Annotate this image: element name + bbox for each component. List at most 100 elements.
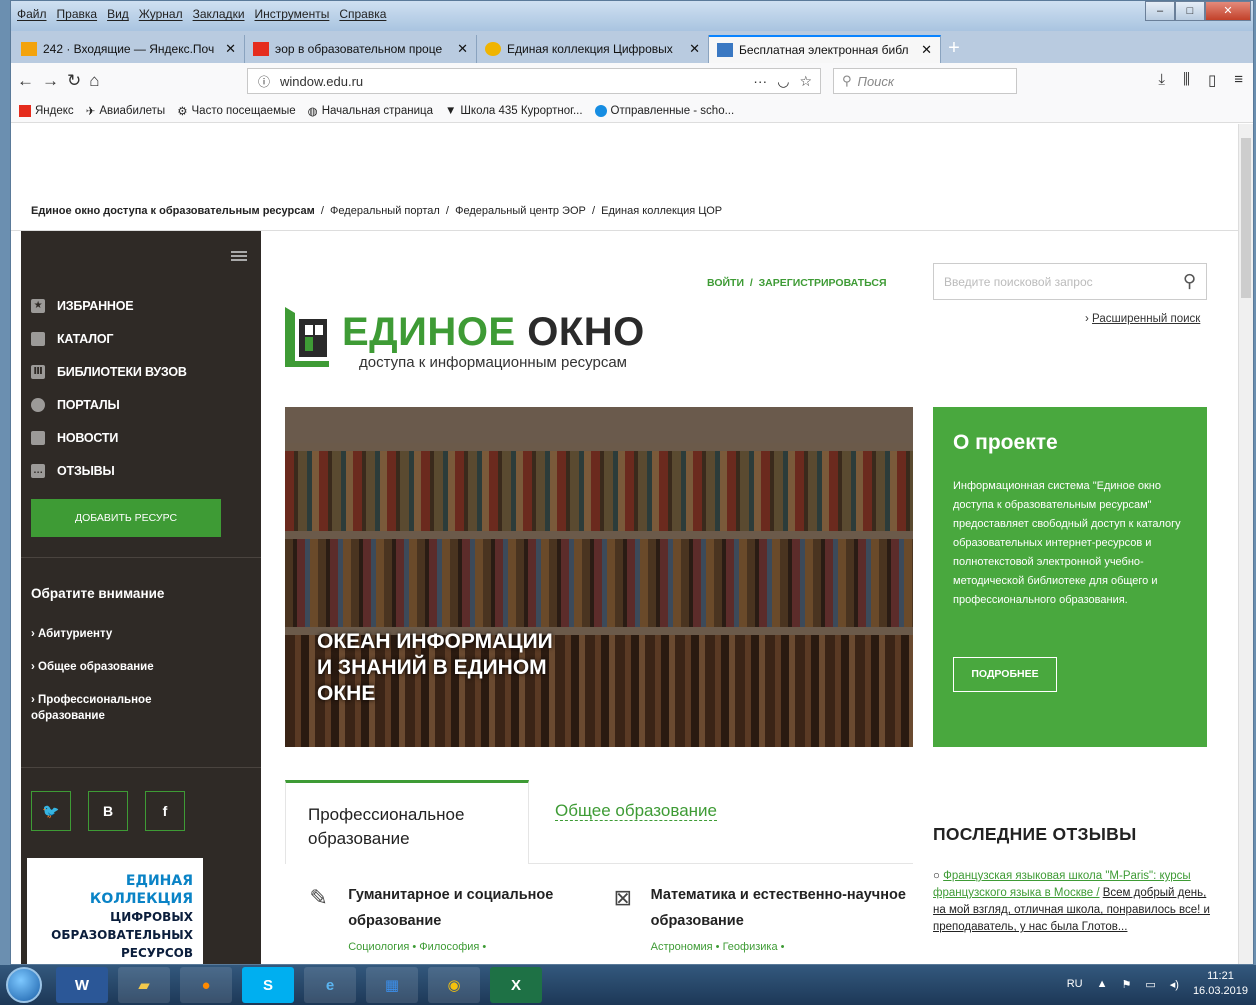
bookshelf-row	[285, 407, 913, 443]
library-icon[interactable]: ⫼	[1183, 71, 1190, 89]
site-search-input[interactable]: Введите поисковой запрос ⚲	[933, 263, 1207, 300]
sidebar-icon[interactable]: ▯	[1208, 71, 1216, 89]
page-scrollbar[interactable]	[1238, 124, 1253, 964]
advanced-search-link[interactable]: › Расширенный поиск	[1085, 313, 1200, 325]
menu-bookmarks[interactable]: Закладки	[193, 7, 245, 21]
sidebar-item-portals[interactable]: ПОРТАЛЫ	[31, 388, 187, 421]
bookmark-sent[interactable]: Отправленные - scho...	[594, 104, 734, 117]
sidebar-item-favorites[interactable]: ★ ИЗБРАННОЕ	[31, 289, 187, 322]
mail-ru-icon	[594, 104, 607, 117]
internet-explorer-icon[interactable]: e	[304, 967, 356, 1003]
attention-title: Обратите внимание	[31, 586, 165, 601]
search-icon[interactable]: ⚲	[1183, 271, 1196, 292]
tab-professional[interactable]: Профессиональное образование	[285, 780, 529, 864]
add-resource-button[interactable]: ДОБАВИТЬ РЕСУРС	[31, 499, 221, 537]
tab-general[interactable]: Общее образование	[555, 800, 717, 822]
social-links: 🐦 В f	[31, 791, 185, 831]
menu-icon[interactable]: ≡	[1234, 71, 1243, 89]
breadcrumb-home[interactable]: Единое окно доступа к образовательным ре…	[31, 205, 315, 217]
education-tabs: Профессиональное образование Общее образ…	[285, 780, 913, 864]
sidebar-item-catalog[interactable]: КАТАЛОГ	[31, 322, 187, 355]
twitter-icon[interactable]: 🐦	[31, 791, 71, 831]
menu-file[interactable]: Файл	[17, 7, 47, 21]
category-humanities[interactable]: ✎ Гуманитарное и социальное образование …	[305, 882, 605, 954]
menu-view[interactable]: Вид	[107, 7, 129, 21]
collection-icon	[485, 42, 501, 56]
minimize-button[interactable]: –	[1145, 1, 1175, 21]
pocket-icon[interactable]: ◡	[777, 73, 789, 90]
facebook-icon[interactable]: f	[145, 791, 185, 831]
news-icon	[31, 430, 45, 445]
new-tab-button[interactable]: +	[941, 35, 967, 63]
attention-item[interactable]: › Абитуриенту	[31, 626, 181, 642]
tray-expand-icon[interactable]: ▲	[1097, 978, 1108, 990]
network-icon[interactable]: ▭	[1145, 978, 1155, 991]
tab-library-active[interactable]: Бесплатная электронная библ ✕	[709, 35, 941, 63]
forward-icon[interactable]: →	[42, 71, 59, 91]
browser-window: Файл Правка Вид Журнал Закладки Инструме…	[10, 0, 1254, 965]
portal-icon	[31, 397, 45, 412]
browser-search-input[interactable]: ⚲ Поиск	[833, 68, 1017, 94]
page-actions-icon[interactable]: ···	[753, 73, 767, 90]
home-icon[interactable]: ⌂	[89, 71, 99, 91]
reload-icon[interactable]: ↻	[67, 71, 81, 91]
search-placeholder: Поиск	[857, 73, 895, 89]
about-title: О проекте	[953, 431, 1058, 454]
skype-icon[interactable]: S	[242, 967, 294, 1003]
bookmark-start-page[interactable]: ◍ Начальная страница	[308, 104, 433, 118]
close-icon[interactable]: ✕	[689, 41, 700, 57]
breadcrumb: Единое окно доступа к образовательным ре…	[31, 205, 723, 217]
catalog-icon	[31, 331, 45, 346]
quill-icon: ✎	[309, 885, 328, 910]
sidebar-item-libraries[interactable]: Ⅲ БИБЛИОТЕКИ ВУЗОВ	[31, 355, 187, 388]
menu-history[interactable]: Журнал	[139, 7, 183, 21]
close-icon[interactable]: ✕	[921, 42, 932, 58]
flag-icon[interactable]: ⚑	[1121, 978, 1131, 991]
info-icon[interactable]: ⓘ	[258, 73, 270, 90]
hamburger-icon[interactable]	[231, 251, 247, 261]
url-bar[interactable]: ⓘ window.edu.ru ··· ◡ ☆	[247, 68, 821, 94]
maximize-button[interactable]: □	[1175, 1, 1205, 21]
breadcrumb-collection[interactable]: Единая коллекция ЦОР	[601, 205, 722, 217]
file-explorer-icon[interactable]: ▰	[118, 967, 170, 1003]
calculator-app-icon[interactable]: ▦	[366, 967, 418, 1003]
menu-tools[interactable]: Инструменты	[255, 7, 330, 21]
category-math-science[interactable]: ⊠ Математика и естественно-научное образ…	[611, 882, 911, 954]
download-icon[interactable]: ⤓	[1158, 71, 1165, 89]
menu-help[interactable]: Справка	[339, 7, 386, 21]
breadcrumb-federal-portal[interactable]: Федеральный портал	[330, 205, 440, 217]
tab-yandex-search[interactable]: эор в образовательном проце ✕	[245, 35, 477, 63]
breadcrumb-federal-center[interactable]: Федеральный центр ЭОР	[455, 205, 586, 217]
sidebar-item-news[interactable]: НОВОСТИ	[31, 421, 187, 454]
attention-item[interactable]: › Общее образование	[31, 659, 181, 675]
chrome-icon[interactable]: ◉	[428, 967, 480, 1003]
vk-icon[interactable]: В	[88, 791, 128, 831]
login-link[interactable]: ВОЙТИ	[707, 277, 744, 289]
close-icon[interactable]: ✕	[225, 41, 236, 57]
bookmark-school[interactable]: ▼ Школа 435 Курортног...	[445, 105, 583, 117]
scrollbar-thumb[interactable]	[1241, 138, 1251, 298]
back-icon[interactable]: ←	[17, 71, 34, 91]
tab-mail[interactable]: 242 · Входящие — Яндекс.Поч ✕	[13, 35, 245, 63]
bookmark-yandex[interactable]: Яндекс	[19, 104, 74, 117]
clock[interactable]: 11:21 16.03.2019	[1193, 969, 1248, 999]
attention-item[interactable]: › Профессиональное образование	[31, 692, 181, 724]
auth-links: ВОЙТИ / ЗАРЕГИСТРИРОВАТЬСЯ	[707, 277, 887, 289]
more-button[interactable]: ПОДРОБНЕЕ	[953, 657, 1057, 692]
excel-icon[interactable]: X	[490, 967, 542, 1003]
close-window-button[interactable]: ✕	[1205, 1, 1251, 21]
start-button[interactable]	[6, 967, 42, 1003]
word-icon[interactable]: W	[56, 967, 108, 1003]
bookmark-most-visited[interactable]: ⚙ Часто посещаемые	[177, 104, 295, 118]
tab-collection[interactable]: Единая коллекция Цифровых ✕	[477, 35, 709, 63]
menu-edit[interactable]: Правка	[57, 7, 98, 21]
register-link[interactable]: ЗАРЕГИСТРИРОВАТЬСЯ	[759, 277, 887, 289]
firefox-icon[interactable]: ●	[180, 967, 232, 1003]
sidebar-item-reviews[interactable]: … ОТЗЫВЫ	[31, 454, 187, 487]
volume-icon[interactable]: ◂)	[1170, 978, 1179, 991]
close-icon[interactable]: ✕	[457, 41, 468, 57]
promo-banner[interactable]: ЕДИНАЯ КОЛЛЕКЦИЯ ЦИФРОВЫХ ОБРАЗОВАТЕЛЬНЫ…	[27, 858, 203, 964]
bookmark-star-icon[interactable]: ☆	[799, 73, 812, 90]
language-indicator[interactable]: RU	[1067, 978, 1083, 990]
bookmark-flights[interactable]: ✈ Авиабилеты	[86, 104, 166, 118]
